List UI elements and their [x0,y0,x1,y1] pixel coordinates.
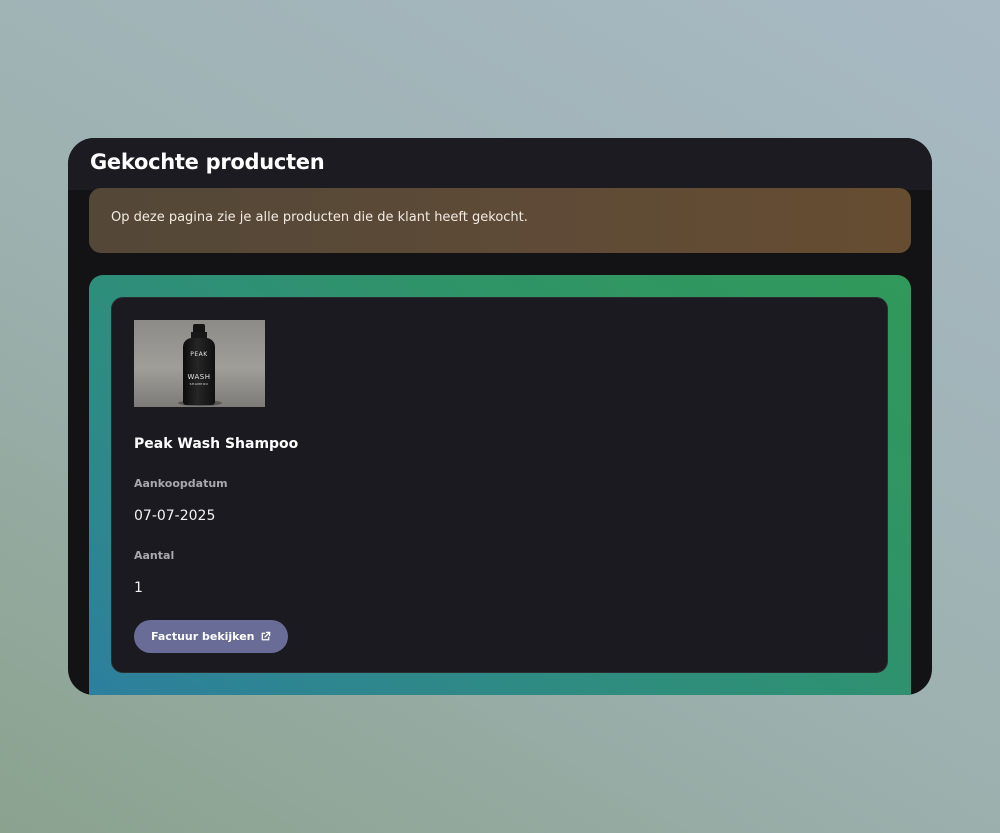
external-link-icon [261,631,270,641]
purchased-products-panel: Gekochte producten Op deze pagina zie je… [68,138,932,695]
bottle-label-bottom: WASH [187,373,211,381]
product-card: PEAK WASH SHAMPOO Peak Wash Shampoo Aank… [111,297,888,673]
product-list: PEAK WASH SHAMPOO Peak Wash Shampoo Aank… [89,275,911,695]
shampoo-bottle: PEAK WASH SHAMPOO [183,338,215,405]
product-name: Peak Wash Shampoo [134,436,299,452]
info-notice: Op deze pagina zie je alle producten die… [89,188,911,253]
purchase-date-value: 07-07-2025 [134,508,216,524]
view-invoice-button[interactable]: Factuur bekijken [134,620,288,653]
bottle-label-top: PEAK [190,351,208,358]
view-invoice-label: Factuur bekijken [151,630,255,643]
quantity-value: 1 [134,580,143,596]
product-image: PEAK WASH SHAMPOO [134,320,265,407]
purchase-date-label: Aankoopdatum [134,477,228,490]
quantity-label: Aantal [134,549,175,562]
bottle-label-small: SHAMPOO [189,382,209,386]
panel-header: Gekochte producten [68,138,932,190]
page-title: Gekochte producten [90,150,325,174]
notice-text: Op deze pagina zie je alle producten die… [111,210,528,225]
